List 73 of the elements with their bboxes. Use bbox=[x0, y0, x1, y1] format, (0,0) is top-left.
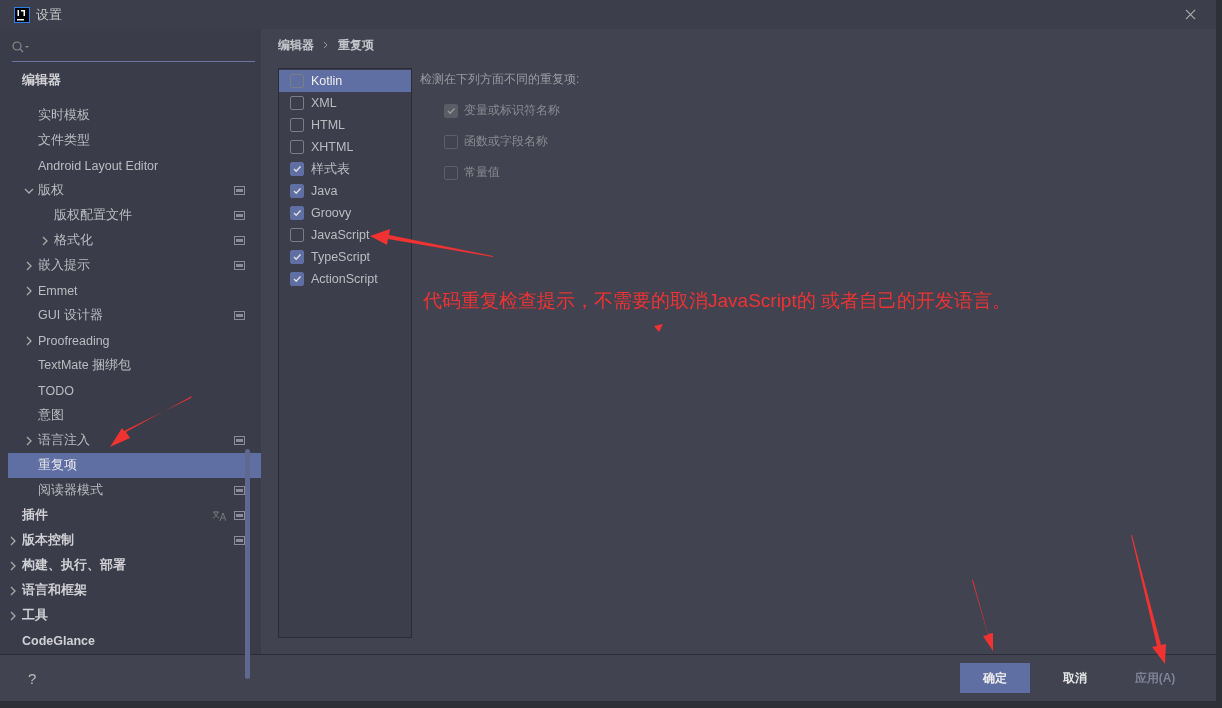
tree-item[interactable]: CodeGlance bbox=[8, 628, 261, 653]
window-title: 设置 bbox=[36, 5, 63, 24]
checkbox[interactable] bbox=[290, 272, 304, 286]
chevron-right-icon[interactable] bbox=[24, 260, 34, 271]
search-icon bbox=[12, 41, 30, 53]
language-item[interactable]: Kotlin bbox=[279, 70, 411, 92]
tree-item[interactable]: 版本控制 bbox=[8, 528, 261, 553]
tree-item[interactable]: 格式化 bbox=[8, 228, 261, 253]
check-icon bbox=[292, 208, 302, 218]
check-icon bbox=[292, 252, 302, 262]
tree-item[interactable]: 版权 bbox=[8, 178, 261, 203]
language-item[interactable]: XML bbox=[279, 92, 411, 114]
help-button[interactable]: ? bbox=[28, 669, 960, 687]
checkbox[interactable] bbox=[290, 118, 304, 132]
check-icon bbox=[292, 164, 302, 174]
tree-item[interactable]: 工具 bbox=[8, 603, 261, 628]
chevron-right-icon[interactable] bbox=[24, 285, 34, 296]
options-heading: 检测在下列方面不同的重复项: bbox=[420, 71, 581, 88]
checkbox[interactable] bbox=[290, 228, 304, 242]
dialog-button[interactable]: 取消 bbox=[1040, 663, 1110, 693]
tree-item[interactable]: 嵌入提示 bbox=[8, 253, 261, 278]
chevron-right-icon[interactable] bbox=[24, 435, 34, 446]
language-item[interactable]: HTML bbox=[279, 114, 411, 136]
checkbox[interactable] bbox=[290, 184, 304, 198]
language-item[interactable]: XHTML bbox=[279, 136, 411, 158]
language-item[interactable]: JavaScript bbox=[279, 224, 411, 246]
checkbox[interactable] bbox=[290, 250, 304, 264]
chevron-right-icon[interactable] bbox=[8, 535, 18, 546]
tree-item[interactable]: 语言注入 bbox=[8, 428, 261, 453]
checkbox[interactable] bbox=[290, 140, 304, 154]
app-logo-icon bbox=[14, 6, 30, 23]
scrollbar-thumb[interactable] bbox=[245, 449, 250, 679]
check-icon bbox=[446, 105, 456, 116]
tree-item[interactable]: 阅读器模式 bbox=[8, 478, 261, 503]
chevron-right-icon[interactable] bbox=[8, 585, 18, 596]
close-icon[interactable] bbox=[1185, 9, 1196, 20]
chevron-right-icon[interactable] bbox=[8, 560, 18, 571]
annotation-arrow bbox=[972, 580, 993, 651]
language-item[interactable]: ActionScript bbox=[279, 268, 411, 290]
tree-item[interactable]: Emmet bbox=[8, 278, 261, 303]
language-item[interactable]: 样式表 bbox=[279, 158, 411, 180]
tree-item[interactable]: 版权配置文件 bbox=[8, 203, 261, 228]
tree-item[interactable]: TODO bbox=[8, 378, 261, 403]
tree-item[interactable]: 文件类型 bbox=[8, 128, 261, 153]
check-icon bbox=[292, 186, 302, 196]
checkbox[interactable] bbox=[290, 206, 304, 220]
tree-item[interactable]: 重复项 bbox=[8, 453, 261, 478]
annotation-text: 代码重复检查提示，不需要的取消JavaScript的 或者自己的开发语言。 bbox=[423, 289, 1012, 313]
language-item[interactable]: Groovy bbox=[279, 202, 411, 224]
check-icon bbox=[292, 274, 302, 284]
language-item[interactable]: TypeScript bbox=[279, 246, 411, 268]
tree-item[interactable]: 意图 bbox=[8, 403, 261, 428]
chevron-right-icon[interactable] bbox=[8, 610, 18, 621]
tree-item[interactable]: 实时模板 bbox=[8, 103, 261, 128]
language-item[interactable]: Java bbox=[279, 180, 411, 202]
annotation-mark bbox=[654, 324, 663, 332]
tree-item[interactable]: Proofreading bbox=[8, 328, 261, 353]
tree-item[interactable]: 构建、执行、部署 bbox=[8, 553, 261, 578]
chevron-right-icon[interactable] bbox=[40, 235, 50, 246]
breadcrumb-item[interactable]: 编辑器 bbox=[278, 36, 314, 54]
tree-item[interactable]: 语言和框架 bbox=[8, 578, 261, 603]
checkbox[interactable] bbox=[290, 162, 304, 176]
tree-item[interactable]: GUI 设计器 bbox=[8, 303, 261, 328]
tree-item[interactable]: TextMate 捆绑包 bbox=[8, 353, 261, 378]
ok-button[interactable]: 确定 bbox=[960, 663, 1030, 693]
chevron-right-icon bbox=[323, 40, 329, 50]
tree-item[interactable]: Android Layout Editor bbox=[8, 153, 261, 178]
chevron-right-icon[interactable] bbox=[24, 335, 34, 346]
tree-item[interactable]: 编辑器 bbox=[8, 68, 261, 93]
checkbox[interactable] bbox=[290, 74, 304, 88]
tree-item[interactable]: 插件 bbox=[8, 503, 261, 528]
checkbox[interactable] bbox=[290, 96, 304, 110]
breadcrumb-item[interactable]: 重复项 bbox=[338, 36, 374, 54]
